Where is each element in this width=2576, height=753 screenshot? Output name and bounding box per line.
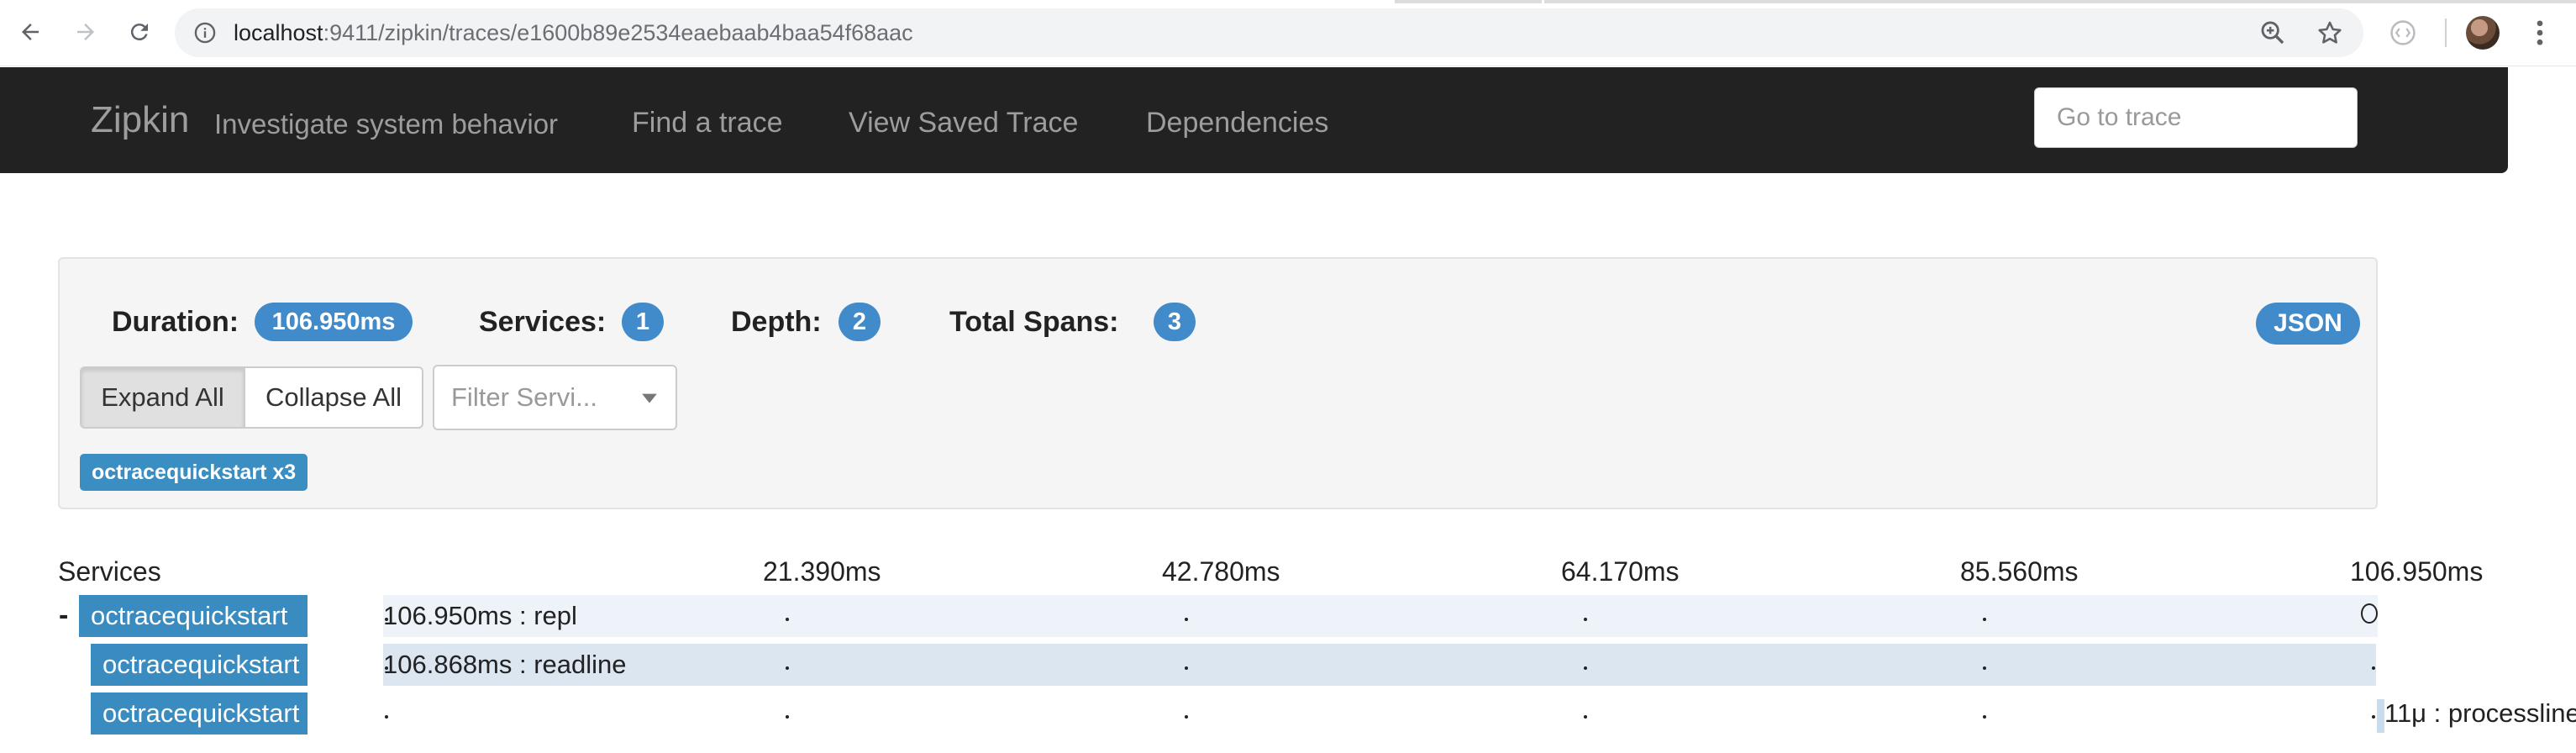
timeline-tick-label: 42.780ms [1162,556,1280,587]
timeline-tick-label: 106.950ms [2350,556,2484,587]
browser-toolbar: localhost:9411/zipkin/traces/e1600b89e25… [0,0,2576,66]
reload-icon[interactable] [123,15,156,49]
tick-dot [786,666,789,670]
span-service-name[interactable]: octracequickstart [91,644,308,686]
zipkin-navbar: Zipkin Investigate system behavior Find … [0,67,2508,173]
tick-dot [2372,666,2375,670]
collapse-toggle[interactable]: - [59,598,68,632]
annotation-marker[interactable] [2361,603,2378,624]
span-row-bar[interactable] [383,644,2376,686]
filter-services-placeholder: Filter Servi... [451,382,597,412]
timeline-tick-label: 85.560ms [1960,556,2079,587]
profile-avatar[interactable] [2466,16,2500,50]
tick-dot [1584,666,1587,670]
expand-all-button[interactable]: Expand All [80,366,245,429]
span-service-name[interactable]: octracequickstart [91,692,308,735]
tick-dot [1983,715,1986,719]
tick-dot [786,618,789,621]
brand-logo[interactable]: Zipkin [91,99,189,141]
tick-dot [385,618,388,621]
services-label: Services: [479,306,607,338]
nav-find-trace[interactable]: Find a trace [632,106,783,140]
nav-dependencies[interactable]: Dependencies [1146,106,1328,140]
back-icon[interactable] [13,15,47,49]
tick-dot [1584,715,1587,719]
extension-icon[interactable] [2389,18,2417,47]
info-icon[interactable] [193,21,217,45]
url-text[interactable]: localhost:9411/zipkin/traces/e1600b89e25… [234,19,913,46]
tick-dot [2372,715,2375,719]
span-row-bar[interactable] [2377,699,2384,733]
tick-dot [1185,715,1188,719]
duration-badge: 106.950ms [255,303,413,341]
tick-dot [1584,618,1587,621]
trace-summary-panel: Duration: 106.950ms Services: 1 Depth: 2… [58,257,2378,509]
span-label: 11μ : processline [2384,698,2576,728]
tick-dot [1983,618,1986,621]
toolbar-divider [2445,18,2447,47]
timeline-tick-label: 64.170ms [1561,556,1680,587]
total-spans-label: Total Spans: [949,306,1119,338]
tick-dot [385,666,388,670]
more-menu-icon[interactable] [2527,15,2552,50]
tick-dot [1983,666,1986,670]
dropdown-caret-icon [640,385,659,410]
tick-dot [786,715,789,719]
services-count-badge: 1 [622,303,664,341]
service-filter-tag[interactable]: octracequickstart x3 [80,454,308,491]
timeline-tick-label: 21.390ms [763,556,881,587]
collapse-all-button[interactable]: Collapse All [245,366,423,429]
depth-badge: 2 [839,303,881,341]
address-bar[interactable]: localhost:9411/zipkin/traces/e1600b89e25… [175,8,2363,57]
filter-services-select[interactable]: Filter Servi... [433,365,677,430]
go-to-trace-input[interactable] [2034,87,2358,148]
url-path: :9411/zipkin/traces/e1600b89e2534eaebaab… [323,20,913,45]
span-row-bar[interactable] [383,595,2378,637]
span-label: 106.868ms : readline [383,650,627,679]
tick-dot [1185,618,1188,621]
tab-edge [1395,0,1542,3]
tick-dot [385,715,388,719]
services-column-header: Services [58,556,161,587]
span-service-name[interactable]: octracequickstart [79,595,308,637]
brand-tagline: Investigate system behavior [214,108,559,140]
span-label: 106.950ms : repl [383,601,577,630]
tab-strip [0,0,2576,3]
zoom-icon[interactable] [2258,18,2287,47]
duration-label: Duration: [112,306,239,338]
bookmark-star-icon[interactable] [2316,18,2344,47]
forward-icon[interactable] [69,15,103,49]
url-host: localhost [234,20,323,45]
depth-label: Depth: [731,306,822,338]
nav-view-saved-trace[interactable]: View Saved Trace [849,106,1078,140]
tab-edge [1544,0,2576,3]
tick-dot [1185,666,1188,670]
json-button[interactable]: JSON [2256,303,2360,345]
total-spans-badge: 3 [1154,303,1196,341]
